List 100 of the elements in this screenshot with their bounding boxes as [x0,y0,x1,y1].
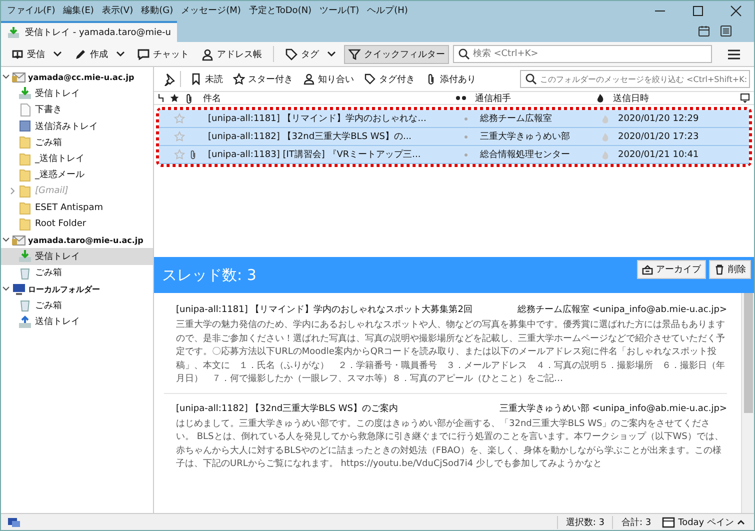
task-list-icon[interactable] [720,25,732,37]
folder-item[interactable]: 受信トレイ [1,248,153,265]
menu-item[interactable]: ファイル(F) [7,4,56,17]
mail-account-icon [12,234,26,246]
menu-item[interactable]: 表示(V) [102,4,134,17]
folder-tab[interactable]: 受信トレイ - yamada.taro@mie-u [1,21,177,42]
column-header[interactable]: 通信相手 [471,92,595,104]
date-cell-text: 2020/01/21 10:41 [618,150,700,160]
selected-count: 選択数: 3 [556,516,604,528]
contact-filter-button[interactable]: 知り合い [299,70,358,88]
scrollbar[interactable] [741,293,754,513]
thread-count: スレッド数: 3 [162,266,256,285]
write-button[interactable]: 作成 [70,44,112,64]
star-icon[interactable] [174,149,185,160]
get-button[interactable]: 受信 [7,44,49,64]
inbox-icon [18,86,32,100]
pin-icon[interactable] [162,72,175,86]
chat-button[interactable]: チャット [133,44,193,64]
subject-cell-text: [unipa-all:1182] 【32nd三重大学BLS WS】の... [207,130,413,143]
menu-item[interactable]: 予定とToDo(N) [248,4,312,17]
message-sender: 総務チーム広報室 <unipa_info@ab.mie-u.ac.jp> [517,304,727,316]
folder-item[interactable]: ごみ箱 [1,134,153,150]
menu-item[interactable]: ツール(T) [320,4,360,17]
account-item[interactable]: ローカルフォルダー [1,280,153,298]
folder-item[interactable]: ESET Antispam [1,199,153,216]
bookmark-icon [190,73,202,85]
folder-item[interactable]: _迷惑メール [1,166,153,184]
star-icon[interactable] [174,113,185,124]
correspondent-cell-text: 総務チーム広報室 [479,112,553,125]
filter-field[interactable]: このフォルダーのメッセージを絞り込む <Ctrl+Shift+K: [520,70,750,88]
correspondent-cell-text: 総合情報処理センター [479,148,571,161]
tag-button[interactable]: タグ [280,44,323,64]
total-count: 合計: 3 [612,516,652,528]
contacts-button[interactable]: アドレス帳 [197,44,266,64]
folder-item[interactable]: 受信トレイ [1,85,153,102]
archive-icon [642,264,653,275]
message-subject: [unipa-all:1181] 【リマインド】学内のおしゃれなスポット大募集第2回 [176,304,472,316]
folder-item[interactable]: 下書き [1,102,153,118]
message-sender: 三重大学きゅうめい部 <unipa_info@ab.mie-u.ac.jp> [499,402,727,414]
folder-icon [18,184,32,198]
account-item[interactable]: yamada.taro@mie-u.ac.jp [1,232,153,248]
mail-account-icon [12,71,26,84]
folder-item[interactable]: _送信トレイ [1,150,153,167]
message-row[interactable]: [unipa-all:1183] [IT講習会] 『VRミートアップ三... 総合情報処理センター 2020/01/21 10:41 [159,146,749,164]
chevron-icon [2,236,10,244]
trash-icon [18,298,32,312]
folder-icon [18,216,32,231]
chevron-icon [2,285,10,293]
menu-item[interactable]: メッセージ(M) [181,4,241,17]
search-icon [525,73,537,85]
message-row[interactable]: [unipa-all:1181] 【リマインド】学内のおしゃれな... 総務チーム広報室 2020/01/20 12:29 [159,110,749,128]
menu-icon[interactable] [728,48,740,60]
column-picker-icon[interactable] [740,93,750,103]
folder-icon [18,168,32,182]
connection-icon [7,516,21,528]
attach-filter-button[interactable]: 添付あり [421,70,480,88]
archive-button[interactable]: アーカイブ [637,260,706,279]
maximize-icon[interactable] [692,4,704,16]
trash-icon [714,264,725,275]
subject-cell-text: [unipa-all:1181] 【リマインド】学内のおしゃれな... [207,112,428,125]
unread-filter-button[interactable]: 未読 [186,70,227,88]
tag-icon [364,73,376,85]
folder-icon [18,152,32,166]
folder-icon [18,135,32,150]
folder-item[interactable]: 送信済みトレイ [1,118,153,134]
folder-item[interactable]: ごみ箱 [1,264,153,281]
caret-icon[interactable] [53,51,62,57]
column-header[interactable]: 件名 [195,92,451,104]
inbox-icon [7,26,20,39]
folder-item[interactable]: 送信トレイ [1,313,153,330]
pencil-icon [74,48,87,60]
filter-icon [348,48,361,60]
folder-item[interactable]: ごみ箱 [1,297,153,314]
filter-button[interactable]: クイックフィルター [344,44,449,64]
menu-item[interactable]: 移動(G) [141,4,174,17]
tag-filter-button[interactable]: タグ付き [360,70,419,88]
message-snippet: はじめまして。三重大学きゅうめい部です。この度はきゅうめい部が企画する、「32nd三重大学BLS WS」のご案内をさせてください。 BLSとは、倒れている人を発見してから救急隊に引き継ぐまでに行う処置のことを言います。本ワークショップ（以下WS）では、赤ちゃんから大人に対するBLSやのどに詰まったときの対処法（FBAO）を、楽しく、身体を動かしながら学ぶことが出来ます。この様子は、下記のURLからご覧になれます。 https://youtu.be/VduCjSod7i4 少しでも参加してみようかなと [176,418,724,471]
delete-button[interactable]: 削除 [709,260,751,279]
menu-item[interactable]: 編集(E) [63,4,94,17]
caret-icon[interactable] [116,51,125,57]
outbox-icon [18,314,32,329]
close-icon[interactable] [730,4,742,16]
search-field[interactable]: 検索 <Ctrl+K> [452,45,712,63]
person-icon [303,73,315,85]
caret-icon[interactable] [326,51,336,57]
menu-item[interactable]: ヘルプ(H) [367,4,408,17]
star-icon[interactable] [174,131,185,142]
search-icon [458,48,470,60]
chevron-icon [2,73,10,82]
star-icon[interactable] [169,93,180,103]
message-row[interactable]: [unipa-all:1182] 【32nd三重大学BLS WS】の... 三重大学きゅうめい部 2020/01/20 17:23 [159,128,749,146]
thread-icon[interactable] [156,93,166,103]
account-item[interactable]: yamada@cc.mie-u.ac.jp [1,69,153,86]
column-header[interactable]: 送信日時 [613,92,740,104]
folder-item[interactable]: Root Folder [1,216,153,232]
message-snippet: 三重大学の魅力発信のため、学内にあるおしゃれなスポットや人、物などの写真を募集中です。優秀賞に選ばれた方には景品もありますので、是非ご参加ください！選ばれた写真は、写真の説明や撮影場所などを記載し、三重大学ホームページなどで紹介させていただく予定です。〇応募方法以下URLのMoodle案内からQRコードを読み取り、または以下のメールアドレス宛に件名「おしゃれなスポット投稿」、本文に １．氏名（ふりがな） ２．学籍番号・職員番号 ３．メールアドレス ４．写真の説明５．撮影場所 ６．撮影日（年月日） ７．何で撮影したか（一眼レフ、スマホ等）８．写真のアピール（ひとこと）をご記… [176,319,726,386]
star-filter-button[interactable]: スター付き [229,70,297,88]
calendar-icon[interactable] [698,25,710,37]
today-pane-button[interactable]: Today ペイン [659,514,748,530]
subject-cell-text: [unipa-all:1183] [IT講習会] 『VRミートアップ三... [207,148,422,161]
